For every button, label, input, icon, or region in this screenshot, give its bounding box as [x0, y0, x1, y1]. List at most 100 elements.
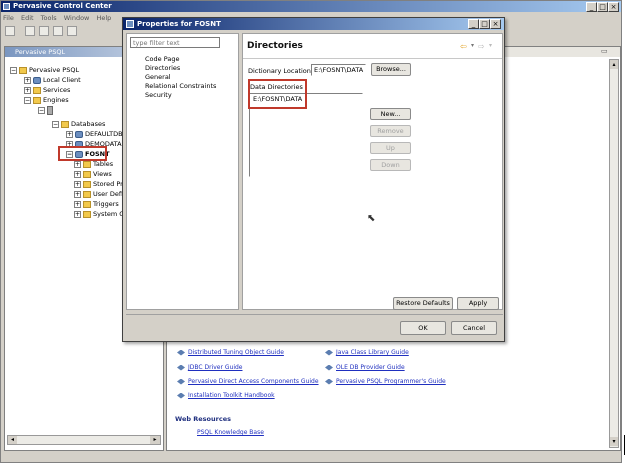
mouse-cursor-icon: ⬉: [367, 213, 376, 224]
scroll-right-arrow-icon[interactable]: ▸: [150, 436, 160, 444]
expand-icon[interactable]: +: [24, 86, 31, 94]
dialog-separator: [126, 314, 503, 315]
nav-item-general[interactable]: General: [145, 73, 171, 81]
dialog-nav-pane: Code Page Directories General Relational…: [126, 33, 239, 310]
expand-icon[interactable]: +: [66, 130, 73, 138]
link-distributed-tuning[interactable]: Distributed Tuning Object Guide: [177, 349, 284, 356]
minimize-button[interactable]: _: [586, 2, 597, 12]
close-button[interactable]: ×: [608, 2, 619, 12]
dialog-close-button[interactable]: ×: [490, 19, 501, 29]
cancel-button[interactable]: Cancel: [451, 321, 497, 335]
book-icon: [325, 349, 333, 356]
toolbar-properties-icon[interactable]: [39, 26, 49, 36]
tree-item-pervasive-psql[interactable]: − Pervasive PSQL: [10, 65, 79, 75]
folder-icon: [83, 200, 91, 208]
link-jdbc-driver[interactable]: JDBC Driver Guide: [177, 364, 243, 371]
app-titlebar: Pervasive Control Center _ □ ×: [1, 1, 621, 12]
databases-icon: [61, 120, 69, 128]
expand-icon[interactable]: +: [74, 210, 81, 218]
ok-button[interactable]: OK: [400, 321, 446, 335]
collapse-icon[interactable]: −: [24, 96, 31, 104]
link-direct-access[interactable]: Pervasive Direct Access Components Guide: [177, 378, 319, 385]
filter-input[interactable]: [130, 37, 220, 48]
apply-button[interactable]: Apply: [457, 297, 499, 310]
client-icon: [33, 76, 41, 84]
tree-item-engines[interactable]: − Engines: [24, 95, 69, 105]
browse-button[interactable]: Browse...: [371, 63, 411, 76]
history-dropdown-icon[interactable]: ▾: [471, 42, 474, 49]
tree-item-tables[interactable]: + Tables: [74, 159, 113, 169]
main-vscrollbar[interactable]: ▴ ▾: [609, 59, 619, 448]
expand-icon[interactable]: +: [74, 180, 81, 188]
book-icon: [177, 378, 185, 385]
dialog-titlebar: Properties for FOSNT _ □ ×: [123, 18, 504, 30]
explorer-hscrollbar[interactable]: ◂ ▸: [7, 435, 161, 445]
restore-defaults-button[interactable]: Restore Defaults: [393, 297, 453, 310]
expand-icon[interactable]: +: [74, 200, 81, 208]
move-down-button[interactable]: Down: [370, 159, 411, 171]
dialog-maximize-button[interactable]: □: [479, 19, 490, 29]
menu-window[interactable]: Window: [64, 14, 90, 22]
new-directory-button[interactable]: New...: [370, 108, 411, 120]
collapse-icon[interactable]: −: [10, 66, 17, 74]
menu-edit[interactable]: Edit: [21, 14, 34, 22]
menu-file[interactable]: File: [3, 14, 14, 22]
maximize-view-icon[interactable]: ▭: [601, 47, 608, 55]
menu-tools[interactable]: Tools: [41, 14, 57, 22]
explorer-panel-title: Pervasive PSQL: [15, 48, 66, 56]
nav-item-security[interactable]: Security: [145, 91, 172, 99]
app-title: Pervasive Control Center: [13, 2, 112, 10]
folder-icon: [83, 180, 91, 188]
forward-arrow-icon[interactable]: ⇨: [478, 42, 485, 51]
link-oledb-provider[interactable]: OLE DB Provider Guide: [325, 364, 405, 371]
tree-item-defaultdb[interactable]: + DEFAULTDB: [66, 129, 123, 139]
nav-item-relational-constraints[interactable]: Relational Constraints: [145, 82, 216, 90]
toolbar-save-icon[interactable]: [25, 26, 35, 36]
page-divider: [243, 58, 502, 59]
collapse-icon[interactable]: −: [38, 106, 45, 114]
tree-item-views[interactable]: + Views: [74, 169, 112, 179]
dialog-minimize-button[interactable]: _: [468, 19, 479, 29]
scroll-down-arrow-icon[interactable]: ▾: [610, 437, 618, 446]
database-icon: [75, 130, 83, 138]
remove-directory-button[interactable]: Remove: [370, 125, 411, 137]
dialog-page: Directories ⇦ ▾ ⇨ ▾ Dictionary Location …: [242, 33, 503, 310]
text-caret: [624, 435, 625, 455]
nav-item-code-page[interactable]: Code Page: [145, 55, 179, 63]
dictionary-location-label: Dictionary Location: [248, 67, 311, 75]
move-up-button[interactable]: Up: [370, 142, 411, 154]
expand-icon[interactable]: +: [74, 190, 81, 198]
book-icon: [177, 364, 185, 371]
dialog-title: Properties for FOSNT: [137, 20, 221, 28]
toolbar-refresh-icon[interactable]: [53, 26, 63, 36]
app-icon: [3, 3, 10, 10]
tree-item-services[interactable]: + Services: [24, 85, 70, 95]
book-icon: [325, 378, 333, 385]
tree-item-local-client[interactable]: + Local Client: [24, 75, 81, 85]
expand-icon[interactable]: +: [74, 160, 81, 168]
link-programmers-guide[interactable]: Pervasive PSQL Programmer's Guide: [325, 378, 446, 385]
tree-item-system-objects[interactable]: + System Ol: [74, 209, 126, 219]
back-arrow-icon[interactable]: ⇦: [460, 42, 467, 51]
tree-item-server[interactable]: −: [38, 105, 55, 115]
folder-icon: [83, 210, 91, 218]
tree-item-databases[interactable]: − Databases: [52, 119, 105, 129]
tree-item-triggers[interactable]: + Triggers: [74, 199, 119, 209]
toolbar-new-icon[interactable]: [5, 26, 15, 36]
nav-item-directories[interactable]: Directories: [145, 64, 180, 72]
tree-item-user-defined[interactable]: + User Defin: [74, 189, 127, 199]
expand-icon[interactable]: +: [74, 170, 81, 178]
collapse-icon[interactable]: −: [52, 120, 59, 128]
forward-dropdown-icon[interactable]: ▾: [489, 42, 492, 49]
scroll-up-arrow-icon[interactable]: ▴: [610, 60, 618, 69]
link-knowledge-base[interactable]: PSQL Knowledge Base: [197, 429, 264, 436]
expand-icon[interactable]: +: [24, 76, 31, 84]
link-installation-toolkit[interactable]: Installation Toolkit Handbook: [177, 392, 275, 399]
link-java-class-library[interactable]: Java Class Library Guide: [325, 349, 409, 356]
maximize-button[interactable]: □: [597, 2, 608, 12]
toolbar-options-icon[interactable]: [67, 26, 77, 36]
dictionary-location-field[interactable]: E:\FOSNT\DATA: [311, 64, 366, 76]
scroll-left-arrow-icon[interactable]: ◂: [8, 436, 17, 444]
tree-item-stored-procedures[interactable]: + Stored Pro: [74, 179, 127, 189]
menu-help[interactable]: Help: [96, 14, 111, 22]
